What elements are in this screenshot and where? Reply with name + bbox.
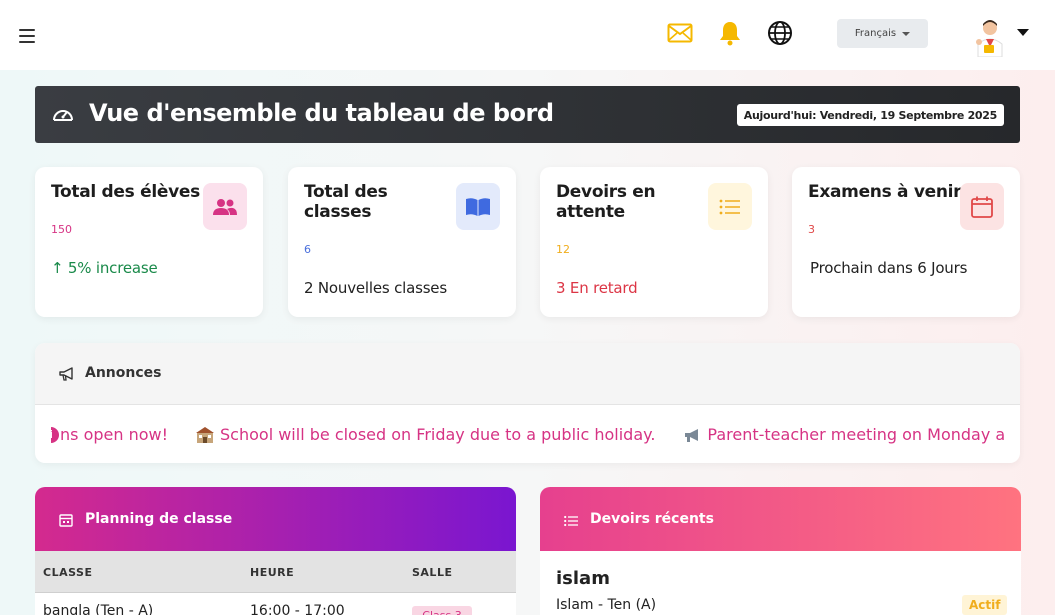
recent-homework-title: Devoirs récents [590,511,714,527]
date-badge: Aujourd'hui: Vendredi, 19 Septembre 2025 [736,104,1004,126]
column-header-heure: HEURE [250,566,295,579]
status-badge: Actif [962,595,1008,615]
stat-card-students: Total des élèves 150 ↑ 5% increase [35,167,263,317]
caret-down-icon [902,31,911,36]
caret-down-icon[interactable] [1017,29,1029,36]
stat-title: Devoirs en attente [556,182,656,222]
top-navbar: Français [0,0,1055,70]
stat-card-upcoming-exams: Examens à venir 3 Prochain dans 6 Jours [792,167,1020,317]
table-header: CLASSE HEURE SALLE [35,551,516,593]
column-header-salle: SALLE [412,566,453,579]
announcements-header: Annonces [35,343,1020,405]
recent-homework-panel: Devoirs récents islam Islam - Ten (A) Ac… [540,487,1021,615]
class-schedule-header: Planning de classe [35,487,516,551]
stat-card-pending-homework: Devoirs en attente 12 3 En retard [540,167,768,317]
megaphone-icon [683,427,701,443]
announcements-title: Annonces [85,365,162,381]
book-icon [456,183,500,230]
stat-value: 6 [304,243,311,256]
info-icon: i [51,426,59,443]
column-header-classe: CLASSE [43,566,93,579]
bell-icon[interactable] [715,18,745,48]
stat-title: Total des élèves [51,182,200,202]
globe-icon[interactable] [765,18,795,48]
stat-card-classes: Total des classes 6 2 Nouvelles classes [288,167,516,317]
page-title: Vue d'ensemble du tableau de bord [89,99,554,127]
users-icon [203,183,247,230]
announcements-panel: Annonces i ns open now! School will be c… [35,343,1020,463]
speedometer-icon [51,103,75,127]
cell-heure: 16:00 - 17:00 [250,603,345,615]
list-icon [708,183,752,230]
cell-salle-badge: Class 3 [412,606,472,615]
table-row[interactable]: bangla (Ten - A) 16:00 - 17:00 Class 3 [35,593,516,615]
stat-title: Examens à venir [808,182,962,202]
stat-sub: 3 En retard [556,279,638,297]
language-dropdown[interactable]: Français [837,19,928,48]
stat-title: Total des classes [304,182,388,222]
menu-icon[interactable] [19,29,35,43]
envelope-icon[interactable] [665,18,695,48]
recent-homework-header: Devoirs récents [540,487,1021,551]
school-icon [196,426,215,443]
announcements-ticker: i ns open now! School will be closed on … [51,406,1004,463]
stat-value: 150 [51,223,72,236]
announcement-item: School will be closed on Friday due to a… [196,425,655,444]
list-icon [564,512,578,527]
stat-sub: 2 Nouvelles classes [304,279,447,297]
homework-class: Islam - Ten (A) [556,597,657,613]
calendar-icon [960,183,1004,230]
calendar-icon [59,512,73,527]
avatar[interactable] [972,17,1008,58]
stat-value: 3 [808,223,815,236]
class-schedule-panel: Planning de classe CLASSE HEURE SALLE ba… [35,487,516,615]
class-schedule-title: Planning de classe [85,511,233,527]
cell-classe: bangla (Ten - A) [43,603,154,615]
language-label: Français [854,28,897,39]
megaphone-icon [59,366,75,381]
homework-subject[interactable]: islam [556,568,610,589]
announcement-item: i ns open now! [51,425,168,444]
stat-sub: Prochain dans 6 Jours [810,259,968,277]
announcement-item: Parent-teacher meeting on Monday a [683,425,1004,444]
stat-trend: ↑ 5% increase [51,259,158,277]
dashboard-banner: Vue d'ensemble du tableau de bord Aujour… [35,86,1020,143]
stat-value: 12 [556,243,570,256]
